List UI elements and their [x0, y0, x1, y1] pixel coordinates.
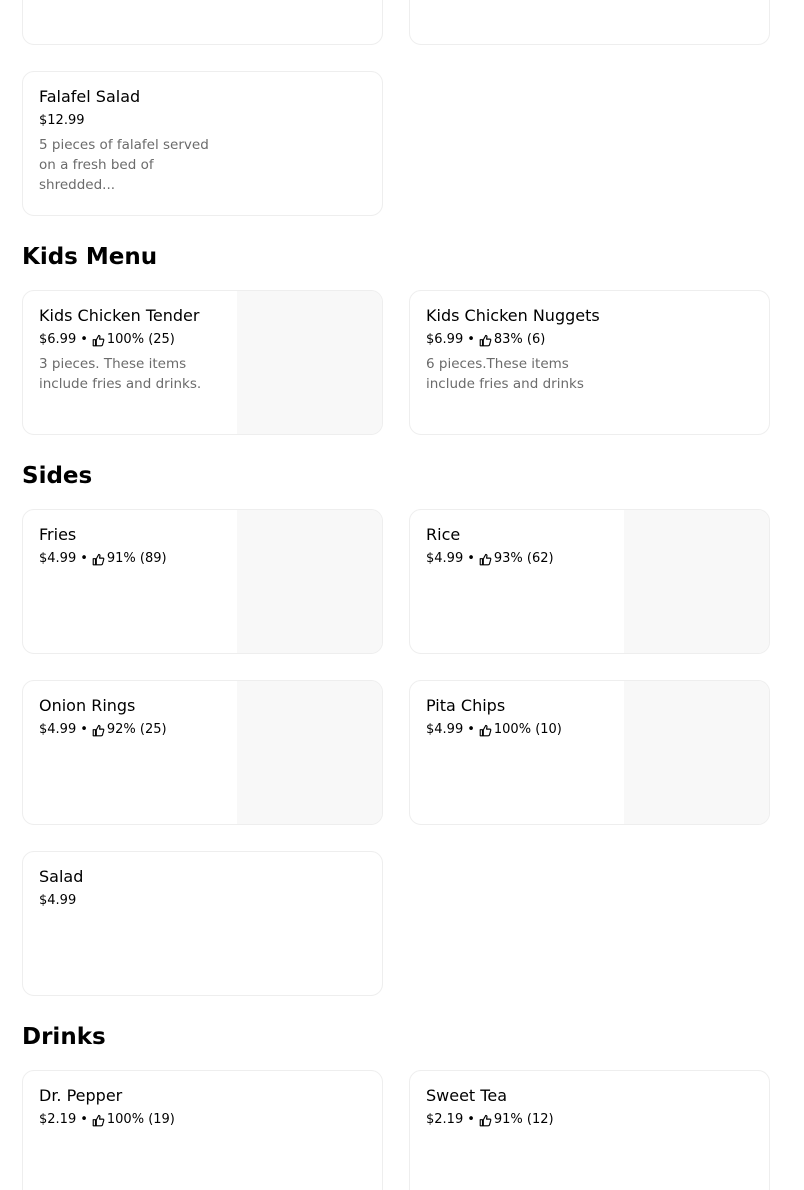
separator-dot: • [467, 332, 475, 347]
item-name: Sweet Tea [426, 1086, 507, 1105]
item-name: Fries [39, 525, 77, 544]
separator-dot: • [467, 722, 475, 737]
item-meta: $4.99 [39, 893, 76, 909]
item-price: $4.99 [39, 893, 77, 908]
menu-item-card[interactable]: Kids Chicken Tender $6.99 • 100% (25) 3 … [22, 290, 383, 435]
thumbs-up-icon [479, 724, 492, 737]
menu-item-card[interactable]: Kids Chicken Nuggets $6.99 • 83% (6) 6 p… [409, 290, 770, 435]
section-title-drinks: Drinks [22, 1024, 106, 1050]
item-name: Dr. Pepper [39, 1086, 123, 1105]
item-meta: $6.99 • 83% (6) [426, 332, 545, 348]
thumbs-up-icon [92, 724, 105, 737]
menu-item-card[interactable]: Dr. Pepper $2.19 • 100% (19) [22, 1070, 383, 1190]
item-name: Kids Chicken Nuggets [426, 306, 600, 325]
item-meta: $2.19 • 91% (12) [426, 1112, 554, 1128]
item-rating: 93% (62) [493, 551, 554, 566]
item-name: Onion Rings [39, 696, 136, 715]
item-price: $4.99 [426, 551, 464, 566]
item-meta: $4.99 • 93% (62) [426, 551, 554, 567]
item-rating: 100% (10) [493, 722, 562, 737]
item-meta: $4.99 • 100% (10) [426, 722, 562, 738]
separator-dot: • [467, 551, 475, 566]
item-price: $4.99 [39, 551, 77, 566]
item-rating: 91% (12) [493, 1112, 554, 1127]
thumbs-up-icon [479, 334, 492, 347]
thumbs-up-icon [92, 334, 105, 347]
item-name: Rice [426, 525, 461, 544]
separator-dot: • [80, 332, 88, 347]
menu-item-card[interactable]: Fries $4.99 • 91% (89) [22, 509, 383, 654]
item-price: $6.99 [426, 332, 464, 347]
item-name: Falafel Salad [39, 87, 141, 106]
menu-item-card[interactable]: Pita Chips $4.99 • 100% (10) [409, 680, 770, 825]
separator-dot: • [80, 722, 88, 737]
menu-item-card[interactable]: Sweet Tea $2.19 • 91% (12) [409, 1070, 770, 1190]
item-rating: 92% (25) [106, 722, 167, 737]
item-image [624, 681, 769, 824]
item-price: $2.19 [426, 1112, 464, 1127]
thumbs-up-icon [92, 1114, 105, 1127]
item-name: Pita Chips [426, 696, 506, 715]
separator-dot: • [467, 1112, 475, 1127]
item-rating: 100% (25) [106, 332, 175, 347]
section-title-sides: Sides [22, 463, 93, 489]
item-price: $2.19 [39, 1112, 77, 1127]
item-description: 3 pieces. These items include fries and … [39, 356, 202, 392]
menu-item-card[interactable]: Onion Rings $4.99 • 92% (25) [22, 680, 383, 825]
item-meta: $6.99 • 100% (25) [39, 332, 175, 348]
menu-item-card-cutoff-right[interactable] [409, 0, 770, 45]
item-price: $6.99 [39, 332, 77, 347]
item-name: Salad [39, 867, 84, 886]
menu-page: Falafel Salad $12.99 5 pieces of falafel… [0, 0, 804, 1190]
menu-item-card-cutoff-left[interactable] [22, 0, 383, 45]
item-rating: 91% (89) [106, 551, 167, 566]
menu-item-card[interactable]: Salad $4.99 [22, 851, 383, 996]
menu-item-card[interactable]: Rice $4.99 • 93% (62) [409, 509, 770, 654]
item-price: $4.99 [426, 722, 464, 737]
menu-item-card[interactable]: Falafel Salad $12.99 5 pieces of falafel… [22, 71, 383, 216]
item-meta: $2.19 • 100% (19) [39, 1112, 175, 1128]
section-title-kids-menu: Kids Menu [22, 244, 158, 270]
separator-dot: • [80, 551, 88, 566]
item-meta: $4.99 • 91% (89) [39, 551, 167, 567]
item-image [237, 291, 382, 434]
separator-dot: • [80, 1112, 88, 1127]
item-rating: 83% (6) [493, 332, 546, 347]
item-rating: 100% (19) [106, 1112, 175, 1127]
thumbs-up-icon [479, 1114, 492, 1127]
thumbs-up-icon [92, 553, 105, 566]
item-meta: $4.99 • 92% (25) [39, 722, 167, 738]
item-image [237, 681, 382, 824]
item-price: $4.99 [39, 722, 77, 737]
item-image [237, 510, 382, 653]
item-image [624, 510, 769, 653]
item-name: Kids Chicken Tender [39, 306, 200, 325]
item-description: 6 pieces.These items include fries and d… [426, 356, 584, 392]
item-meta: $12.99 [39, 113, 85, 129]
item-description: 5 pieces of falafel served on a fresh be… [39, 137, 209, 193]
item-price: $12.99 [39, 113, 85, 128]
thumbs-up-icon [479, 553, 492, 566]
